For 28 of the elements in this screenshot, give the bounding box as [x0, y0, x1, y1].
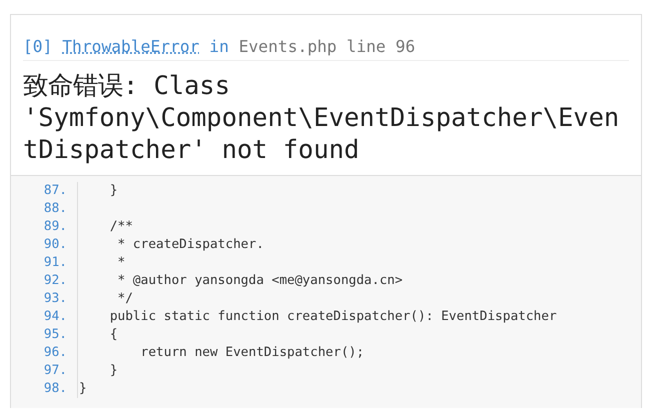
line-number: 94.	[23, 308, 78, 326]
code-line: * @author yansongda <me@yansongda.cn>	[116, 272, 403, 290]
exception-index: [0]	[23, 37, 52, 56]
file-location: Events.php line 96	[238, 37, 416, 56]
line-number: 91.	[23, 254, 78, 272]
code-line: * createDispatcher.	[116, 236, 264, 254]
code-line: public static function createDispatcher(): EventDispatcher	[108, 308, 557, 326]
line-number: 95.	[23, 326, 78, 344]
line-number: 93.	[23, 290, 78, 308]
exception-class-link[interactable]: ThrowableError	[62, 37, 200, 56]
line-number: 88.	[23, 200, 78, 218]
code-line: }	[108, 182, 118, 200]
code-line: }	[108, 362, 118, 380]
line-number: 92.	[23, 272, 78, 290]
code-line: {	[108, 326, 118, 344]
line-number: 89.	[23, 218, 78, 236]
in-label: in	[209, 37, 229, 56]
error-message: 致命错误: Class 'Symfony\Component\EventDispatcher\EventDispatcher' not found	[23, 69, 620, 165]
line-number: 90.	[23, 236, 78, 254]
line-number: 87.	[23, 182, 78, 200]
code-line: *	[116, 254, 126, 272]
code-line: */	[116, 290, 133, 308]
line-number: 97.	[23, 362, 78, 380]
code-line: return new EventDispatcher();	[140, 344, 364, 362]
code-line: /**	[108, 218, 133, 236]
line-number: 98.	[23, 380, 78, 398]
line-number: 96.	[23, 344, 78, 362]
code-line: }	[78, 380, 87, 398]
